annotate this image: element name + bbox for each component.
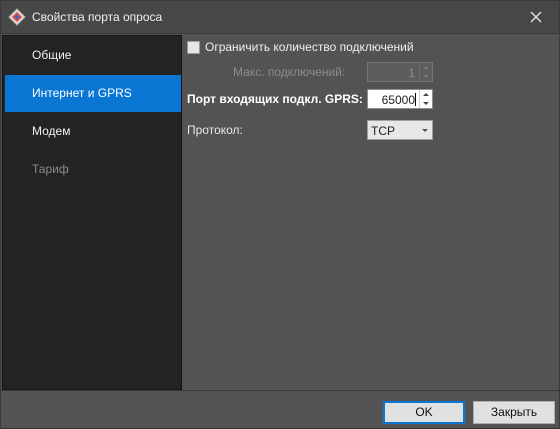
incoming-port-stepper[interactable] (419, 90, 432, 108)
spin-down-icon (423, 75, 429, 78)
max-connections-label: Макс. подключений: (233, 65, 346, 79)
content-area: Общие Интернет и GPRS Модем Тариф Ограни… (1, 33, 559, 391)
protocol-dropdown[interactable]: TCP (367, 120, 433, 140)
title-bar[interactable]: Свойства порта опроса (1, 1, 559, 33)
sidebar-item-internet-gprs[interactable]: Интернет и GPRS (5, 75, 181, 112)
dialog-window: Свойства порта опроса Общие Интернет и G… (0, 0, 560, 429)
sidebar-item-tariff: Тариф (32, 162, 69, 176)
limit-connections-label[interactable]: Ограничить количество подключений (205, 40, 414, 54)
text-caret (415, 93, 416, 106)
spin-up-icon[interactable] (423, 93, 429, 96)
limit-connections-row[interactable]: Ограничить количество подключений (187, 39, 414, 55)
max-connections-spinbox: 1 (367, 62, 433, 82)
limit-connections-checkbox[interactable] (187, 40, 200, 54)
protocol-label: Протокол: (187, 123, 243, 137)
app-diamond-icon (8, 8, 26, 26)
incoming-port-value[interactable]: 65000 (382, 93, 415, 107)
close-window-button[interactable] (513, 1, 559, 33)
spin-up-icon (423, 66, 429, 69)
sidebar-item-general[interactable]: Общие (5, 37, 181, 74)
close-icon (530, 11, 542, 23)
spin-down-icon[interactable] (423, 102, 429, 105)
settings-sidebar: Общие Интернет и GPRS Модем Тариф (2, 35, 182, 390)
max-connections-stepper (419, 63, 432, 81)
sidebar-item-modem[interactable]: Модем (5, 113, 181, 150)
protocol-value[interactable]: TCP (371, 124, 395, 138)
incoming-port-spinbox[interactable]: 65000 (367, 89, 433, 109)
ok-button[interactable]: OK (383, 401, 465, 424)
settings-form: Ограничить количество подключений Макс. … (185, 34, 557, 390)
window-title: Свойства порта опроса (32, 10, 163, 24)
chevron-down-icon[interactable] (422, 129, 428, 132)
max-connections-value: 1 (408, 66, 415, 80)
incoming-port-label: Порт входящих подкл. GPRS: (187, 92, 363, 106)
close-button[interactable]: Закрыть (473, 401, 555, 424)
